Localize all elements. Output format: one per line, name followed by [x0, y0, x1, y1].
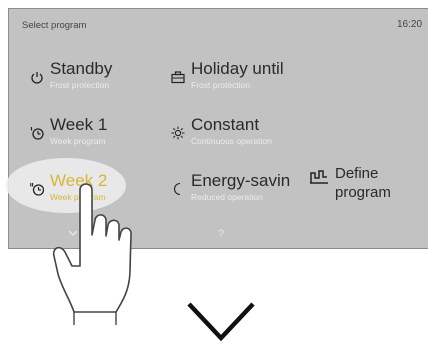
option-label: Holiday until	[191, 59, 284, 78]
sun-icon	[171, 126, 185, 140]
option-sublabel: Frost protection	[191, 80, 251, 90]
option-label: Energy-savin	[191, 171, 291, 190]
option-label: Constant	[191, 115, 260, 134]
define-program-icon	[310, 170, 328, 184]
chevron-down-icon	[187, 302, 255, 342]
power-icon	[31, 72, 43, 84]
define-program-line-2: program	[335, 184, 391, 201]
option-sublabel: Frost protection	[50, 80, 110, 90]
clock-1-icon	[30, 127, 44, 140]
suitcase-icon	[171, 71, 185, 84]
clock-time: 16:20	[397, 19, 423, 30]
clock-2-icon	[30, 183, 44, 196]
option-label: Week 1	[50, 115, 108, 134]
option-sublabel: Continuous operation	[191, 136, 272, 146]
moon-icon	[174, 182, 181, 196]
pointing-hand-icon	[52, 183, 132, 325]
screen-title: Select program	[22, 20, 87, 31]
option-sublabel: Reduced operation	[191, 192, 263, 202]
option-sublabel: Week program	[50, 136, 106, 146]
option-label: Standby	[50, 59, 113, 78]
help-button[interactable]: ?	[218, 228, 224, 240]
define-program-line-1: Define	[335, 165, 379, 182]
option-define-program[interactable]: Define program	[335, 164, 391, 202]
